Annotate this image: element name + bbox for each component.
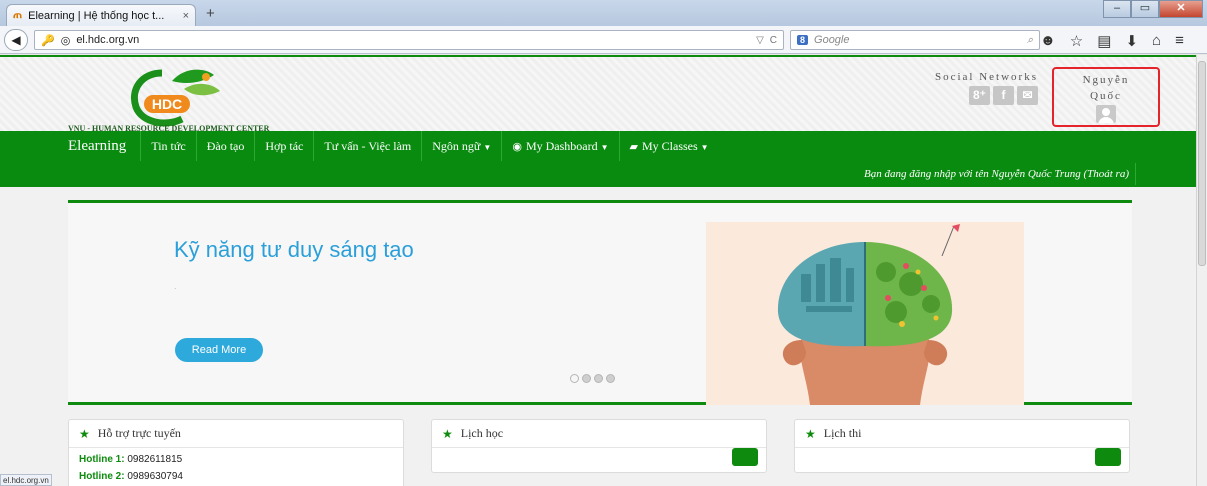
hotline-label: Hotline 2 [79,471,122,482]
slider-dot-1[interactable] [570,374,579,383]
new-tab-button[interactable]: + [206,5,215,22]
email-icon[interactable]: ✉ [1017,86,1038,105]
avatar-icon[interactable] [1096,105,1116,123]
briefcase-icon: ▰ [629,141,638,153]
page-viewport: HDC VNU - HUMAN RESOURCE DEVELOPMENT CEN… [0,55,1196,486]
panel-title: Hỗ trợ trực tuyến [97,426,181,440]
window-controls: – ▭ ✕ [1103,0,1203,18]
magnifier-icon[interactable]: ⌕ [1027,34,1033,47]
slider-dot-3[interactable] [594,374,603,383]
bookmarks-list-icon[interactable]: ▤ [1097,32,1111,50]
menu-label: My Dashboard [525,139,598,153]
logo-text: HDC [152,96,182,112]
menu-label: Tin tức [151,139,186,153]
read-more-button[interactable]: Read More [175,338,263,362]
menu-label: Ngôn ngữ [432,139,481,153]
reload-icon[interactable]: C [770,35,777,46]
slider-dots [570,374,615,383]
address-bar[interactable]: 🔑 ◎ el.hdc.org.vn ▽ C [34,30,784,50]
back-button[interactable]: ◀ [4,29,28,51]
user-first-name: Nguyễn [1082,74,1130,86]
vertical-scrollbar[interactable] [1196,55,1207,486]
user-last-name: Quốc [1090,90,1122,102]
download-icon[interactable]: ⬇ [1125,32,1138,50]
login-status[interactable]: Bạn đang đăng nhập với tên Nguyễn Quốc T… [864,163,1136,185]
caret-down-icon: ▼ [600,143,609,152]
hdc-logo[interactable]: HDC [122,67,232,127]
panel-title: Lịch thi [823,426,862,440]
star-icon: ★ [442,426,453,441]
menu-brand-elearning[interactable]: Elearning [66,131,142,161]
menu-item-cooperation[interactable]: Hợp tác [255,131,315,161]
dashboard-icon: ◉ [512,141,522,153]
hotline-number[interactable]: 0982611815 [127,454,182,465]
close-tab-icon[interactable]: × [183,10,189,22]
slide-title: Kỹ năng tư duy sáng tạo [174,237,414,262]
key-icon: 🔑 [41,34,55,47]
menu-label: My Classes [642,139,698,153]
menu-label: Đào tạo [206,139,245,153]
menu-item-training[interactable]: Đào tạo [197,131,256,161]
hotline-number[interactable]: 0989630794 [127,471,183,482]
search-input[interactable]: Google [814,34,1021,46]
exam-schedule-panel: ★ Lịch thi [794,419,1130,473]
creative-brain-image [706,222,1024,405]
support-panel: ★ Hỗ trợ trực tuyến Hotline 1: 098261181… [68,419,404,486]
facebook-icon[interactable]: f [993,86,1014,105]
url-text: el.hdc.org.vn [76,34,140,46]
close-window-button[interactable]: ✕ [1159,0,1203,18]
globe-icon: ◎ [60,34,71,47]
hotline-1: Hotline 1: 0982611815 [79,454,183,465]
scrollbar-thumb[interactable] [1198,61,1206,266]
user-profile-highlight[interactable]: Nguyễn Quốc [1052,67,1160,127]
hotline-label: Hotline 1 [79,454,122,465]
google-plus-icon[interactable]: 8⁺ [969,86,990,105]
hero-slider: Kỹ năng tư duy sáng tạo . Read More [68,200,1132,405]
site-header: HDC VNU - HUMAN RESOURCE DEVELOPMENT CEN… [0,55,1196,133]
schedule-button[interactable] [732,448,758,466]
browser-nav-bar: ◀ 🔑 ◎ el.hdc.org.vn ▽ C 8 Google ⌕ ☻ ☆ ▤… [0,26,1207,54]
search-bar[interactable]: 8 Google ⌕ [790,30,1040,50]
menu-item-language[interactable]: Ngôn ngữ ▼ [422,131,503,161]
panel-title: Lịch học [460,426,504,440]
caret-down-icon: ▼ [700,143,709,152]
browser-tab-bar: ጠ Elearning | Hệ thống học t... × + – ▭ … [0,0,1207,26]
minimize-button[interactable]: – [1103,0,1131,18]
maximize-button[interactable]: ▭ [1131,0,1159,18]
hotline-2: Hotline 2: 0989630794 [79,471,183,482]
browser-toolbar: ☻ ☆ ▤ ⬇ ⌂ ≡ [1040,32,1184,50]
social-networks: Social Networks 8⁺ f ✉ [928,71,1038,105]
star-icon: ★ [79,426,90,441]
menu-item-consulting[interactable]: Tư vấn - Việc làm [314,131,423,161]
class-schedule-panel: ★ Lịch học [431,419,767,473]
dropdown-icon[interactable]: ▽ [756,35,764,46]
caret-down-icon: ▼ [483,143,492,152]
browser-tab[interactable]: ጠ Elearning | Hệ thống học t... × [6,4,196,26]
status-url: el.hdc.org.vn [0,474,52,486]
social-title: Social Networks [934,71,1038,83]
home-icon[interactable]: ⌂ [1152,32,1161,50]
main-menu: Elearning Tin tức Đào tạo Hợp tác Tư vấn… [0,131,1196,187]
slider-dot-2[interactable] [582,374,591,383]
slider-dot-4[interactable] [606,374,615,383]
menu-item-dashboard[interactable]: ◉ My Dashboard ▼ [502,131,620,161]
menu-item-classes[interactable]: ▰ My Classes ▼ [620,131,719,161]
menu-item-news[interactable]: Tin tức [141,131,197,161]
exam-button[interactable] [1095,448,1121,466]
addon-icon[interactable]: ☻ [1040,32,1056,50]
menu-label: Tư vấn - Việc làm [324,139,412,153]
bookmark-star-icon[interactable]: ☆ [1070,32,1083,50]
search-engine-icon[interactable]: 8 [797,35,809,45]
favicon-icon: ጠ [13,9,23,21]
menu-icon[interactable]: ≡ [1175,32,1184,50]
star-icon: ★ [805,426,816,441]
tab-title: Elearning | Hệ thống học t... [28,9,165,22]
menu-label: Hợp tác [265,139,304,153]
slide-subtitle: . [174,281,177,291]
